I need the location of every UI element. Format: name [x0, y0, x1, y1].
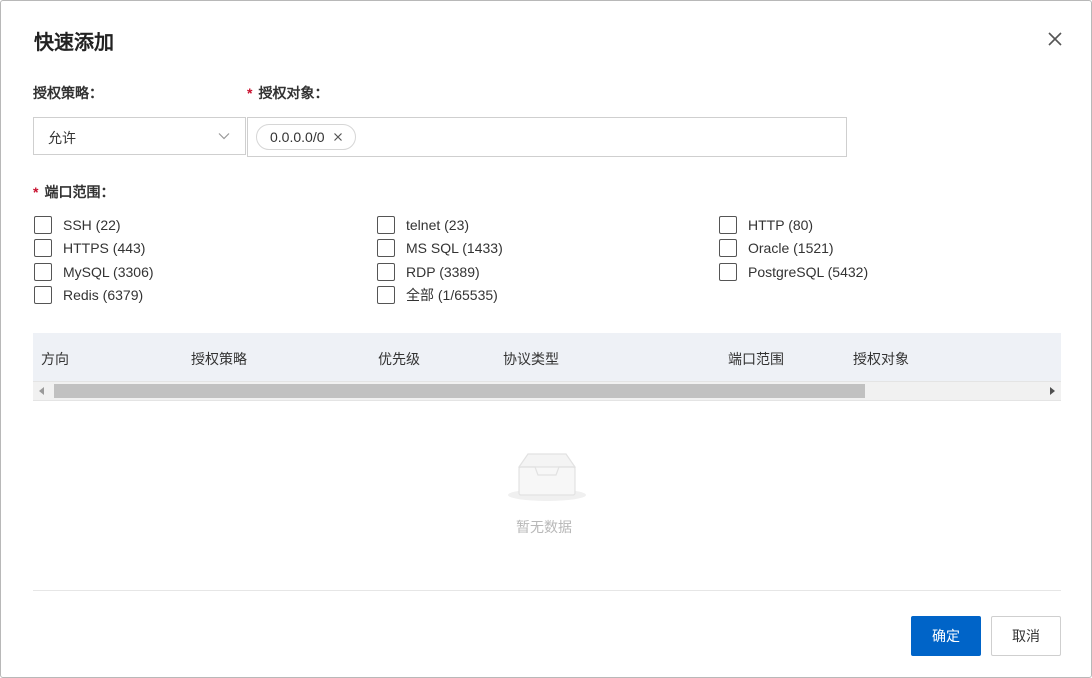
dialog-title: 快速添加	[34, 32, 114, 54]
checkbox[interactable]	[377, 286, 395, 304]
chevron-down-icon	[218, 133, 230, 140]
checkbox-label: Redis (6379)	[63, 287, 144, 303]
checkbox[interactable]	[719, 263, 737, 281]
target-label: 授权对象：	[258, 85, 329, 101]
column-header-priority: 优先级	[378, 351, 420, 367]
column-header-port-range: 端口范围	[728, 351, 784, 367]
target-tag: 0.0.0.0/0	[256, 124, 356, 150]
column-header-direction: 方向	[41, 351, 69, 367]
port-label: 端口范围：	[44, 184, 115, 200]
required-asterisk: *	[33, 184, 39, 200]
checkbox-label: SSH (22)	[63, 217, 121, 233]
port-checkbox-all[interactable]: 全部 (1/65535)	[377, 285, 498, 305]
column-header-policy: 授权策略	[191, 351, 247, 367]
port-checkbox-rdp[interactable]: RDP (3389)	[377, 262, 480, 282]
port-checkbox-postgresql[interactable]: PostgreSQL (5432)	[719, 262, 868, 282]
cancel-button[interactable]: 取消	[991, 616, 1061, 656]
target-label-wrap: * 授权对象：	[247, 83, 328, 103]
close-icon[interactable]	[1045, 29, 1065, 49]
scrollbar-thumb[interactable]	[54, 384, 865, 398]
port-checkbox-mysql[interactable]: MySQL (3306)	[34, 262, 154, 282]
checkbox-label: 全部 (1/65535)	[406, 287, 498, 303]
confirm-button[interactable]: 确定	[911, 616, 981, 656]
checkbox[interactable]	[719, 216, 737, 234]
target-input[interactable]: 0.0.0.0/0	[247, 117, 847, 157]
empty-state-text: 暂无数据	[516, 519, 572, 535]
column-header-target: 授权对象	[853, 351, 909, 367]
empty-inbox-icon	[508, 453, 586, 501]
port-checkbox-https[interactable]: HTTPS (443)	[34, 238, 145, 258]
policy-select-value: 允许	[48, 130, 76, 146]
table-header: 方向 授权策略 优先级 协议类型 端口范围 授权对象	[33, 333, 1061, 381]
horizontal-scrollbar[interactable]	[33, 381, 1061, 401]
policy-label: 授权策略：	[33, 85, 103, 101]
required-asterisk: *	[247, 85, 253, 101]
scroll-left-arrow-icon[interactable]	[39, 387, 44, 395]
port-checkbox-oracle[interactable]: Oracle (1521)	[719, 238, 834, 258]
scroll-right-arrow-icon[interactable]	[1050, 387, 1055, 395]
checkbox-label: HTTPS (443)	[63, 240, 146, 256]
checkbox[interactable]	[719, 239, 737, 257]
quick-add-dialog: 快速添加 授权策略： * 授权对象： 允许 0.0.0.0/0 * 端口范围： SS…	[0, 0, 1092, 678]
policy-select[interactable]: 允许	[33, 117, 246, 155]
checkbox-label: RDP (3389)	[406, 264, 480, 280]
port-label-wrap: * 端口范围：	[33, 182, 114, 202]
checkbox[interactable]	[34, 263, 52, 281]
checkbox[interactable]	[377, 216, 395, 234]
port-checkbox-telnet[interactable]: telnet (23)	[377, 215, 469, 235]
port-checkbox-http[interactable]: HTTP (80)	[719, 215, 813, 235]
checkbox-label: MySQL (3306)	[63, 264, 154, 280]
checkbox[interactable]	[377, 263, 395, 281]
checkbox-label: HTTP (80)	[748, 217, 814, 233]
checkbox[interactable]	[377, 239, 395, 257]
checkbox-label: MS SQL (1433)	[406, 240, 503, 256]
footer-divider	[33, 590, 1061, 591]
port-checkbox-redis[interactable]: Redis (6379)	[34, 285, 143, 305]
column-header-protocol: 协议类型	[503, 351, 559, 367]
port-checkbox-mssql[interactable]: MS SQL (1433)	[377, 238, 503, 258]
checkbox[interactable]	[34, 216, 52, 234]
checkbox[interactable]	[34, 286, 52, 304]
port-checkbox-ssh[interactable]: SSH (22)	[34, 215, 121, 235]
tag-remove-icon[interactable]	[333, 132, 343, 142]
checkbox-label: PostgreSQL (5432)	[748, 264, 869, 280]
checkbox-label: Oracle (1521)	[748, 240, 834, 256]
target-tag-label: 0.0.0.0/0	[270, 129, 325, 145]
checkbox-label: telnet (23)	[406, 217, 470, 233]
checkbox[interactable]	[34, 239, 52, 257]
